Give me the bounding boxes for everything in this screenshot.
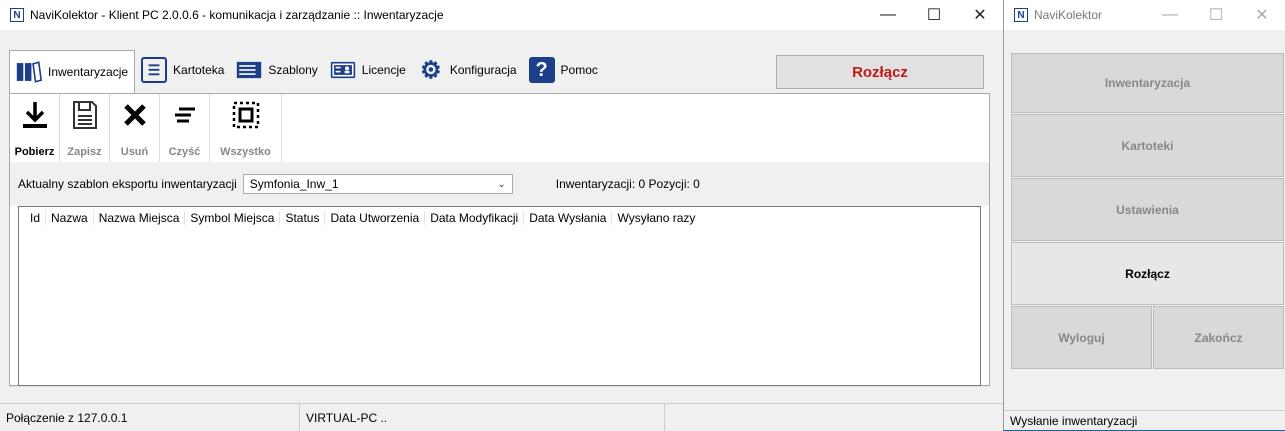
side-titlebar[interactable]: N NaviKolektor — ☐ ✕ [1004, 0, 1285, 30]
side-status: Wysłanie inwentaryzacji [1004, 410, 1285, 430]
tab-content: Pobierz Zapisz Usuń Czyść Wszystko Aktua… [9, 93, 990, 386]
disconnect-button[interactable]: Rozłącz [776, 55, 984, 89]
disconnect-side-button[interactable]: Rozłącz [1011, 242, 1284, 305]
help-icon: ? [528, 57, 555, 83]
settings-button[interactable]: Ustawienia [1011, 178, 1284, 241]
template-select[interactable]: Symfonia_Inw_1 ⌄ [242, 174, 513, 194]
connection-status: Połączenie z 127.0.0.1 [0, 404, 300, 431]
app-logo-icon: N [10, 8, 24, 22]
tab-strip: Inwentaryzacje ☰ Kartoteka Szablony Lice… [9, 50, 604, 93]
column-header[interactable]: Status [280, 211, 326, 225]
main-window: N NaviKolektor - Klient PC 2.0.0.6 - kom… [0, 0, 1004, 431]
folders-icon [16, 59, 42, 85]
table-header: Id Nazwa Nazwa Miejsca Symbol Miejsca St… [19, 207, 980, 229]
column-header[interactable]: Data Modyfikacji [425, 211, 525, 225]
maximize-button[interactable]: ☐ [911, 0, 957, 30]
exit-button[interactable]: Zakończ [1153, 306, 1284, 369]
template-label: Aktualny szablon eksportu inwentaryzacji [18, 177, 237, 191]
column-header[interactable]: Data Wysłania [524, 211, 613, 225]
delete-button[interactable]: Usuń [110, 94, 160, 162]
status-empty [665, 404, 995, 431]
toolbar-label: Pobierz [14, 146, 55, 158]
clear-button[interactable]: Czyść [160, 94, 210, 162]
tab-pomoc[interactable]: ? Pomoc [523, 50, 604, 90]
select-all-icon [231, 100, 261, 138]
minimize-button[interactable]: — [1147, 0, 1193, 30]
close-button[interactable]: ✕ [957, 0, 1003, 30]
toolbar: Pobierz Zapisz Usuń Czyść Wszystko [10, 94, 282, 162]
template-icon [236, 57, 262, 83]
maximize-button[interactable]: ☐ [1193, 0, 1239, 30]
tab-label: Konfiguracja [449, 63, 517, 77]
status-bar: Połączenie z 127.0.0.1 VIRTUAL-PC .. [0, 403, 1003, 431]
logout-button[interactable]: Wyloguj [1011, 306, 1152, 369]
tab-label: Inwentaryzacje [48, 65, 129, 79]
app-logo-icon: N [1014, 8, 1028, 22]
tab-konfiguracja[interactable]: ⚙ Konfiguracja [412, 50, 523, 90]
tab-label: Pomoc [560, 63, 598, 77]
close-button[interactable]: ✕ [1239, 0, 1285, 30]
tab-szablony[interactable]: Szablony [230, 50, 323, 90]
download-button[interactable]: Pobierz [10, 94, 60, 162]
tab-licencje[interactable]: Licencje [324, 50, 412, 90]
side-window: N NaviKolektor — ☐ ✕ Inwentaryzacja Kart… [1004, 0, 1285, 430]
main-titlebar[interactable]: N NaviKolektor - Klient PC 2.0.0.6 - kom… [0, 0, 1003, 30]
select-all-button[interactable]: Wszystko [210, 94, 282, 162]
delete-icon [122, 100, 148, 138]
inventory-counts: Inwentaryzacji: 0 Pozycji: 0 [555, 177, 700, 191]
toolbar-label: Zapisz [67, 146, 102, 158]
window-title: NaviKolektor - Klient PC 2.0.0.6 - komun… [30, 8, 444, 22]
records-button[interactable]: Kartoteki [1011, 114, 1284, 177]
column-header[interactable]: Data Utworzenia [325, 211, 426, 225]
gears-icon: ⚙ [420, 56, 442, 84]
chevron-down-icon: ⌄ [497, 178, 506, 190]
toolbar-label: Czyść [168, 146, 201, 158]
side-window-title: NaviKolektor [1034, 8, 1103, 22]
tab-label: Licencje [361, 63, 406, 77]
download-icon [22, 100, 48, 138]
tab-inwentaryzacje[interactable]: Inwentaryzacje [9, 50, 136, 93]
toolbar-label: Wszystko [220, 146, 271, 158]
horizontal-scrollbar[interactable] [9, 386, 990, 404]
clear-icon [172, 100, 198, 138]
minimize-button[interactable]: — [865, 0, 911, 30]
template-row: Aktualny szablon eksportu inwentaryzacji… [10, 162, 989, 206]
inventory-button[interactable]: Inwentaryzacja [1011, 53, 1284, 113]
column-header[interactable]: Id [25, 211, 47, 225]
template-value: Symfonia_Inw_1 [249, 177, 339, 191]
inventory-table[interactable]: Id Nazwa Nazwa Miejsca Symbol Miejsca St… [18, 206, 981, 386]
save-icon [72, 100, 98, 138]
host-status: VIRTUAL-PC .. [300, 404, 665, 431]
save-button[interactable]: Zapisz [60, 94, 110, 162]
column-header[interactable]: Symbol Miejsca [185, 211, 281, 225]
toolbar-label: Usuń [120, 146, 149, 158]
tab-kartoteka[interactable]: ☰ Kartoteka [135, 50, 230, 90]
tab-label: Szablony [268, 63, 318, 77]
column-header[interactable]: Wysyłano razy [612, 211, 700, 225]
license-icon [330, 57, 356, 83]
tab-label: Kartoteka [173, 63, 225, 77]
column-header[interactable]: Nazwa Miejsca [94, 211, 186, 225]
column-header[interactable]: Nazwa [46, 211, 94, 225]
list-icon: ☰ [141, 57, 168, 83]
